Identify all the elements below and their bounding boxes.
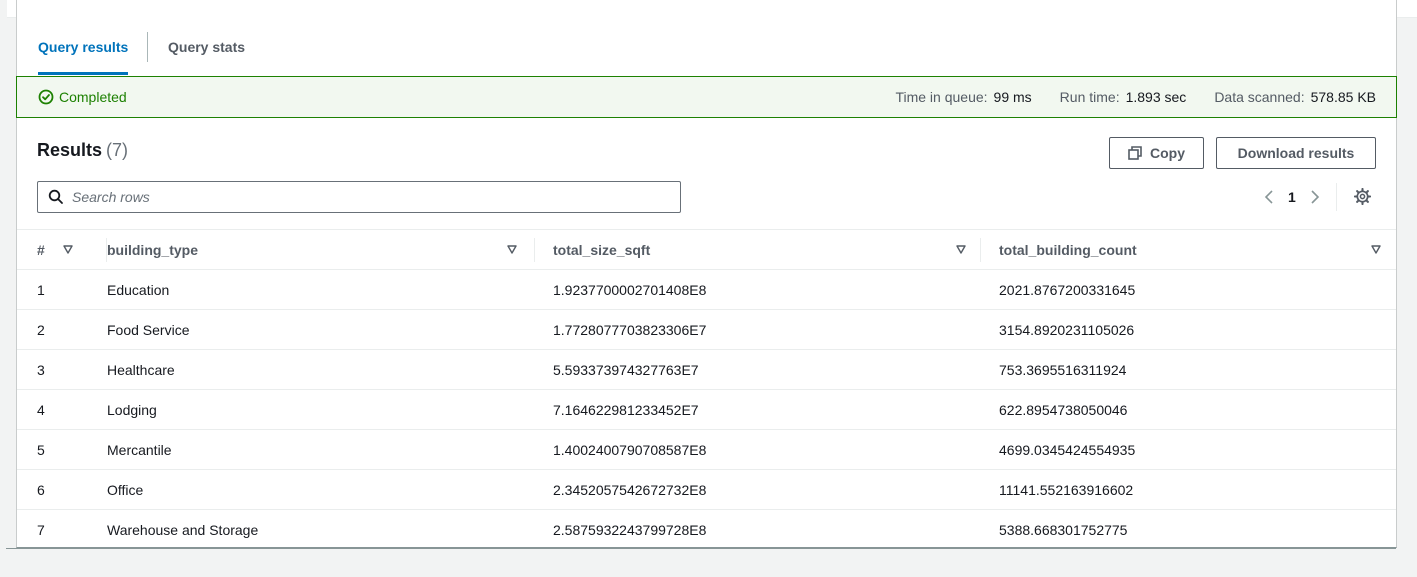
data-scanned-label: Data scanned:: [1214, 89, 1305, 105]
cell-index: 7: [37, 521, 45, 538]
cell-total-size-sqft: 5.593373974327763E7: [553, 361, 699, 378]
results-heading: Results (7): [37, 140, 128, 161]
col-header-index: #: [17, 229, 107, 270]
data-scanned: Data scanned: 578.85 KB: [1214, 77, 1376, 117]
tab-query-results[interactable]: Query results: [38, 19, 129, 75]
table-header-row: # building_type total_size_sqft total_bu…: [17, 229, 1396, 270]
chevron-right-icon: [1311, 190, 1319, 204]
pagination: 1: [1260, 183, 1337, 211]
sort-down-icon[interactable]: [955, 243, 967, 255]
cell-total-building-count: 11141.552163916602: [999, 481, 1134, 498]
results-title: Results: [37, 140, 103, 160]
cell-total-building-count: 5388.668301752775: [999, 521, 1128, 538]
run-time: Run time: 1.893 sec: [1060, 77, 1187, 117]
time-in-queue: Time in queue: 99 ms: [895, 77, 1031, 117]
copy-icon: [1128, 146, 1142, 160]
cell-total-size-sqft: 1.7728077703823306E7: [553, 321, 707, 338]
table-row: 2 Food Service 1.7728077703823306E7 3154…: [17, 310, 1396, 350]
cell-total-building-count: 622.8954738050046: [999, 401, 1128, 418]
table-row: 5 Mercantile 1.4002400790708587E8 4699.0…: [17, 430, 1396, 470]
chevron-left-icon: [1264, 190, 1273, 204]
download-results-button[interactable]: Download results: [1216, 137, 1376, 169]
status-label: Completed: [59, 89, 127, 105]
run-time-value: 1.893 sec: [1125, 89, 1187, 105]
cell-index: 5: [37, 441, 45, 458]
cell-index: 4: [37, 401, 45, 418]
cell-building-type: Mercantile: [107, 441, 172, 458]
cell-index: 1: [37, 281, 45, 298]
sort-down-icon[interactable]: [506, 243, 518, 255]
data-scanned-value: 578.85 KB: [1310, 89, 1376, 105]
prev-page-button[interactable]: [1260, 184, 1278, 210]
tab-query-stats[interactable]: Query stats: [168, 19, 245, 75]
copy-button[interactable]: Copy: [1109, 137, 1204, 169]
search-input[interactable]: [72, 189, 652, 205]
cell-total-size-sqft: 2.5875932243799728E8: [553, 521, 707, 538]
col-header-building-type: building_type: [107, 229, 535, 270]
tab-divider: [147, 32, 148, 62]
status-bar: Completed Time in queue: 99 ms Run time: 1…: [16, 76, 1397, 118]
cell-total-building-count: 753.3695516311924: [999, 361, 1127, 378]
cell-building-type: Lodging: [107, 401, 157, 418]
copy-label: Copy: [1150, 145, 1185, 161]
col-header-building-type-label: building_type: [107, 241, 198, 258]
table-row: 7 Warehouse and Storage 2.58759322437997…: [17, 510, 1396, 550]
cell-building-type: Education: [107, 281, 170, 298]
cell-index: 2: [37, 321, 45, 338]
run-time-label: Run time:: [1059, 89, 1120, 105]
cell-total-size-sqft: 2.3452057542672732E8: [553, 481, 707, 498]
cell-total-building-count: 2021.8767200331645: [999, 281, 1136, 298]
download-label: Download results: [1237, 145, 1355, 161]
cell-building-type: Warehouse and Storage: [107, 521, 259, 538]
gear-icon[interactable]: [1354, 188, 1371, 205]
cell-total-size-sqft: 7.164622981233452E7: [553, 401, 699, 418]
result-tabs: Query results Query stats: [17, 19, 1396, 76]
table-row: 1 Education 1.9237700002701408E8 2021.87…: [17, 270, 1396, 310]
sort-down-icon[interactable]: [62, 243, 74, 255]
search-rows: [37, 181, 681, 213]
page-number[interactable]: 1: [1288, 189, 1296, 205]
cell-index: 3: [37, 361, 45, 378]
search-icon: [48, 189, 63, 204]
col-header-total-size-sqft-label: total_size_sqft: [553, 241, 651, 258]
next-page-button[interactable]: [1306, 184, 1324, 210]
results-table: # building_type total_size_sqft total_bu…: [17, 229, 1396, 550]
cell-total-size-sqft: 1.4002400790708587E8: [553, 441, 707, 458]
sort-down-icon[interactable]: [1370, 243, 1382, 255]
pager-divider: [1335, 183, 1337, 211]
results-count: (7): [106, 140, 129, 160]
cell-total-building-count: 3154.8920231105026: [999, 321, 1135, 338]
table-row: 6 Office 2.3452057542672732E8 11141.5521…: [17, 470, 1396, 510]
cell-index: 6: [37, 481, 45, 498]
cell-total-size-sqft: 1.9237700002701408E8: [553, 281, 707, 298]
table-row: 4 Lodging 7.164622981233452E7 622.895473…: [17, 390, 1396, 430]
time-in-queue-label: Time in queue:: [895, 89, 988, 105]
cell-total-building-count: 4699.0345424554935: [999, 441, 1136, 458]
check-circle-icon: [38, 89, 54, 105]
time-in-queue-value: 99 ms: [993, 89, 1032, 105]
col-header-index-label: #: [37, 241, 45, 258]
cell-building-type: Office: [107, 481, 144, 498]
col-header-total-building-count-label: total_building_count: [999, 241, 1137, 258]
cell-building-type: Food Service: [107, 321, 190, 338]
status-completed: Completed: [38, 77, 127, 117]
table-row: 3 Healthcare 5.593373974327763E7 753.369…: [17, 350, 1396, 390]
cell-building-type: Healthcare: [107, 361, 175, 378]
col-header-total-building-count: total_building_count: [981, 229, 1396, 270]
col-header-total-size-sqft: total_size_sqft: [535, 229, 981, 270]
panel-bottom-border: [6, 548, 1396, 549]
query-metrics: Time in queue: 99 ms Run time: 1.893 sec D…: [895, 77, 1376, 117]
